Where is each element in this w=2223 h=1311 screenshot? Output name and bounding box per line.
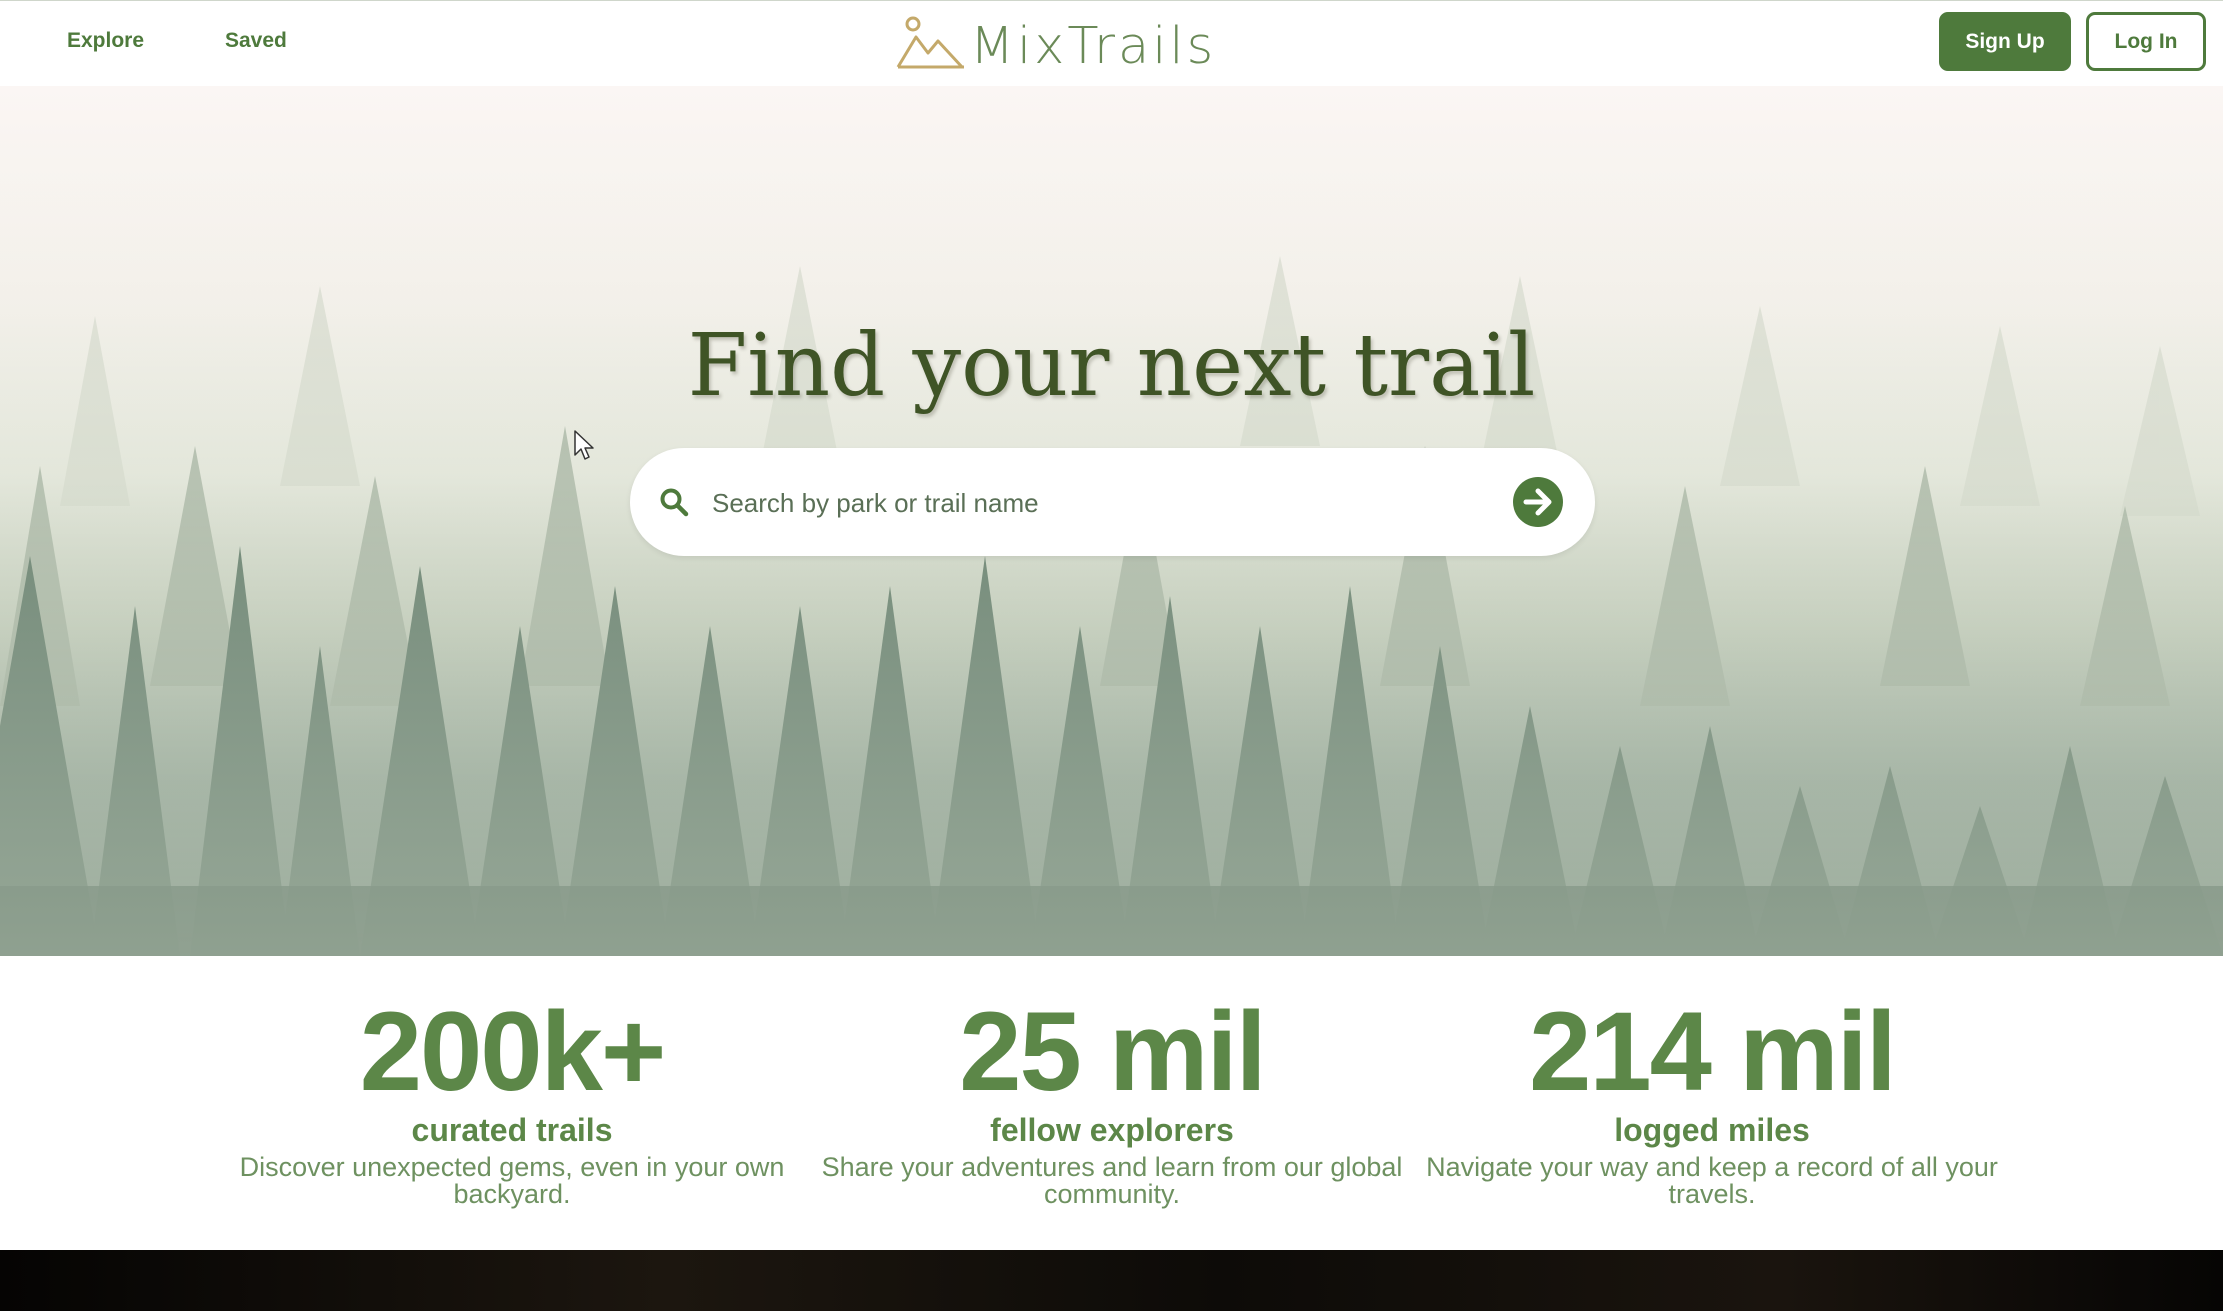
stat-value: 200k+ [359, 989, 667, 1114]
search-submit-button[interactable] [1513, 477, 1563, 527]
stat-label: logged miles [1614, 1112, 1810, 1148]
nav-saved-link[interactable]: Saved [225, 29, 287, 53]
stats-section: 200k+ curated trails Discover unexpected… [0, 956, 2223, 1250]
stat-description: Share your adventures and learn from our… [821, 1152, 1403, 1209]
top-navbar: Explore Saved MixTrails Sign Up Log In [0, 0, 2223, 86]
log-in-button[interactable]: Log In [2086, 12, 2206, 71]
stat-value: 214 mil [1529, 989, 1897, 1114]
arrow-right-circle-icon [1523, 488, 1552, 516]
stat-description: Discover unexpected gems, even in your o… [239, 1152, 785, 1209]
search-input[interactable] [710, 472, 1494, 534]
nav-explore-link[interactable]: Explore [67, 29, 144, 53]
stat-description: Navigate your way and keep a record of a… [1426, 1152, 1998, 1209]
mountain-sun-logo-icon [896, 16, 964, 69]
stat-value: 25 mil [959, 989, 1267, 1114]
sign-up-button[interactable]: Sign Up [1939, 12, 2071, 71]
next-section-image-strip [0, 1250, 2223, 1311]
site-logo[interactable]: MixTrails [896, 15, 1226, 75]
stat-label: curated trails [411, 1112, 613, 1148]
hero-banner: Find your next trail [0, 86, 2223, 956]
mouse-cursor-icon [574, 430, 594, 460]
stat-label: fellow explorers [990, 1112, 1234, 1148]
logo-wordmark: MixTrails [970, 17, 1217, 76]
hero-title: Find your next trail [687, 316, 1536, 416]
search-bar [630, 448, 1595, 556]
search-icon [660, 488, 689, 517]
